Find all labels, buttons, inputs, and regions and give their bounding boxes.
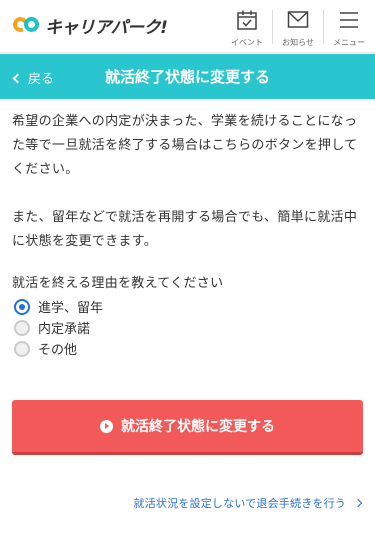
resume-note-text: また、留年などで就活を再開する場合でも、簡単に就活中に状態を変更できます。 xyxy=(12,210,358,249)
menu-icon xyxy=(336,8,362,32)
mail-icon xyxy=(285,8,311,32)
logo[interactable]: キャリアパーク! xyxy=(10,13,168,38)
withdraw-link-text: 就活状況を設定しないで退会手続きを行う xyxy=(133,497,346,510)
nav-notice-button[interactable]: お知らせ xyxy=(273,0,323,52)
reason-question: 就活を終える理由を教えてください xyxy=(12,276,224,291)
nav-event-label: イベント xyxy=(231,38,263,47)
nav-notice-label: お知らせ xyxy=(282,38,314,47)
radio-label: 内定承諾 xyxy=(38,322,91,337)
nav-menu-button[interactable]: メニュー xyxy=(324,0,374,52)
reason-radio-group: 進学、留年 内定承諾 その他 xyxy=(14,296,103,359)
radio-option-other[interactable]: その他 xyxy=(14,338,103,359)
calendar-icon xyxy=(234,8,260,32)
withdraw-link[interactable]: 就活状況を設定しないで退会手続きを行う xyxy=(133,495,363,511)
logo-mark-icon xyxy=(10,14,39,35)
description-text: 希望の企業への内定が決まった、学業を続けることになった等で一旦就活を終了する場合… xyxy=(12,114,358,177)
radio-button[interactable] xyxy=(14,319,30,336)
play-circle-icon xyxy=(100,419,113,433)
radio-label: 進学、留年 xyxy=(38,301,104,316)
radio-option-offer-accepted[interactable]: 内定承諾 xyxy=(14,317,103,338)
app-header: キャリアパーク! イベント お知らせ メニュー xyxy=(0,0,375,53)
chevron-right-icon xyxy=(353,498,363,508)
logo-text: キャリアパーク! xyxy=(45,17,168,38)
radio-option-further-study[interactable]: 進学、留年 xyxy=(14,296,103,317)
end-job-hunting-button[interactable]: 就活終了状態に変更する xyxy=(12,400,363,455)
radio-label: その他 xyxy=(38,343,78,358)
nav-menu-label: メニュー xyxy=(333,38,365,47)
radio-button[interactable] xyxy=(14,340,30,357)
radio-button[interactable] xyxy=(14,298,30,315)
page-title: 就活終了状態に変更する xyxy=(104,68,270,86)
nav-event-button[interactable]: イベント xyxy=(222,0,272,52)
title-bar: 戻る 就活終了状態に変更する xyxy=(0,54,375,99)
submit-label: 就活終了状態に変更する xyxy=(121,418,275,434)
